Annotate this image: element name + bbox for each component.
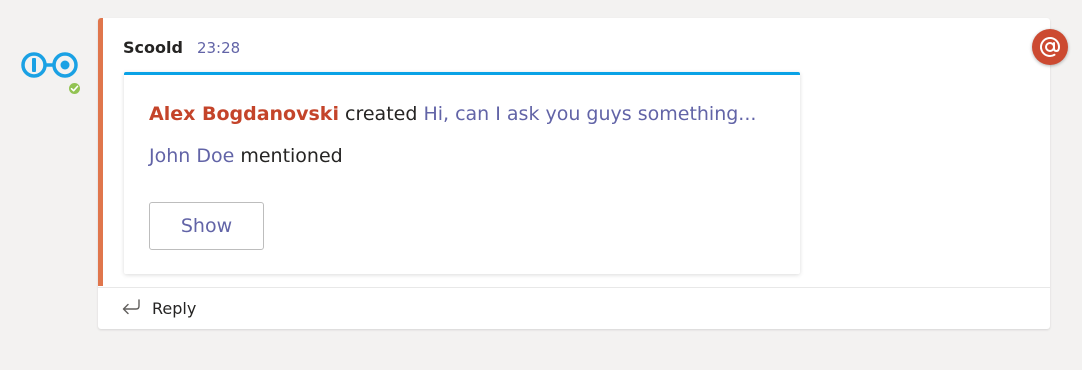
mentioned-text: mentioned bbox=[240, 145, 343, 167]
reply-label: Reply bbox=[152, 299, 197, 318]
reply-button[interactable]: Reply bbox=[98, 287, 1050, 329]
message-timestamp[interactable]: 23:28 bbox=[197, 39, 240, 57]
reply-arrow-icon bbox=[120, 297, 142, 321]
sender-name: Scoold bbox=[123, 38, 183, 57]
message-header: Scoold 23:28 bbox=[123, 38, 240, 60]
mentioned-user-link[interactable]: John Doe bbox=[149, 145, 234, 167]
card-created-line: Alex Bogdanovski created Hi, can I ask y… bbox=[149, 103, 756, 125]
author-name: Alex Bogdanovski bbox=[149, 103, 339, 125]
message-accent-bar bbox=[98, 18, 103, 286]
created-text: created bbox=[345, 103, 418, 125]
show-button[interactable]: Show bbox=[149, 202, 264, 250]
card-mentioned-line: John Doe mentioned bbox=[149, 145, 343, 167]
at-mention-icon bbox=[1032, 29, 1068, 65]
adaptive-card: Alex Bogdanovski created Hi, can I ask y… bbox=[124, 72, 800, 274]
available-check-icon bbox=[67, 81, 82, 96]
post-link[interactable]: Hi, can I ask you guys something... bbox=[423, 103, 756, 125]
chat-message: Scoold 23:28 Alex Bogdanovski created Hi… bbox=[98, 18, 1050, 329]
